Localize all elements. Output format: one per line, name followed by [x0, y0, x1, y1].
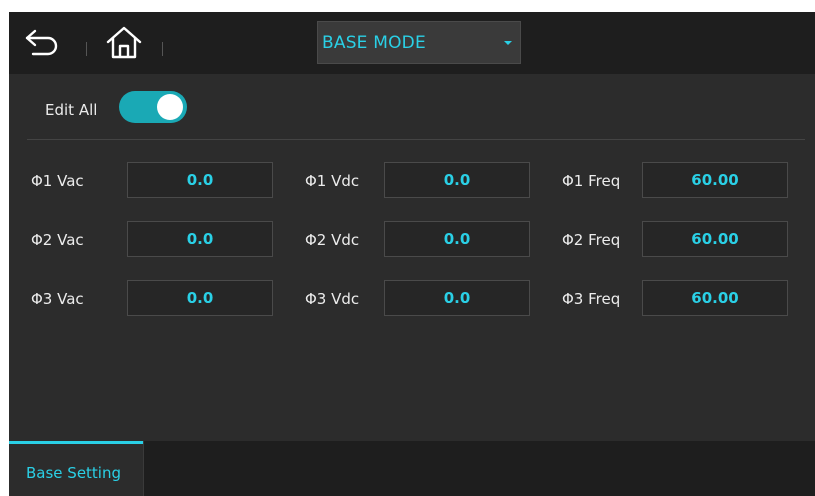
phase1-vac-label: Φ1 Vac: [31, 172, 84, 190]
back-button[interactable]: [19, 22, 65, 62]
phase3-vac-field[interactable]: 0.0: [127, 280, 273, 316]
phase3-vdc-field[interactable]: 0.0: [384, 280, 530, 316]
home-icon: [105, 24, 143, 60]
phase3-freq-field[interactable]: 60.00: [642, 280, 788, 316]
phase1-vdc-label: Φ1 Vdc: [305, 172, 360, 190]
top-bar: BASE MODE: [9, 12, 815, 74]
phase3-vac-label: Φ3 Vac: [31, 290, 84, 308]
phase1-vac-field[interactable]: 0.0: [127, 162, 273, 198]
phase1-vdc-field[interactable]: 0.0: [384, 162, 530, 198]
phase2-vac-field[interactable]: 0.0: [127, 221, 273, 257]
back-arrow-icon: [24, 27, 60, 57]
phase1-freq-field[interactable]: 60.00: [642, 162, 788, 198]
toolbar-divider: [162, 42, 163, 56]
mode-select[interactable]: BASE MODE: [317, 21, 521, 64]
mode-select-value: BASE MODE: [322, 33, 426, 53]
caret-down-icon: [504, 41, 512, 45]
phase1-freq-label: Φ1 Freq: [562, 172, 621, 190]
edit-all-toggle[interactable]: [119, 91, 187, 123]
bottom-tab-bar: Base Setting: [9, 441, 815, 496]
tab-base-setting[interactable]: Base Setting: [9, 441, 143, 496]
phase3-vdc-label: Φ3 Vdc: [305, 290, 360, 308]
screen: BASE MODE Edit All Φ1 Vac 0.0 Φ1 Vdc 0.0…: [9, 12, 815, 496]
section-divider: [27, 139, 805, 140]
toggle-knob: [157, 94, 183, 120]
phase3-freq-label: Φ3 Freq: [562, 290, 621, 308]
tab-divider: [143, 441, 144, 496]
toolbar-divider: [86, 42, 87, 56]
phase2-vac-label: Φ2 Vac: [31, 231, 84, 249]
phase2-vdc-label: Φ2 Vdc: [305, 231, 360, 249]
phase2-vdc-field[interactable]: 0.0: [384, 221, 530, 257]
home-button[interactable]: [101, 22, 147, 62]
phase2-freq-field[interactable]: 60.00: [642, 221, 788, 257]
tab-base-setting-label: Base Setting: [26, 464, 122, 482]
phase2-freq-label: Φ2 Freq: [562, 231, 621, 249]
edit-all-label: Edit All: [45, 101, 98, 119]
